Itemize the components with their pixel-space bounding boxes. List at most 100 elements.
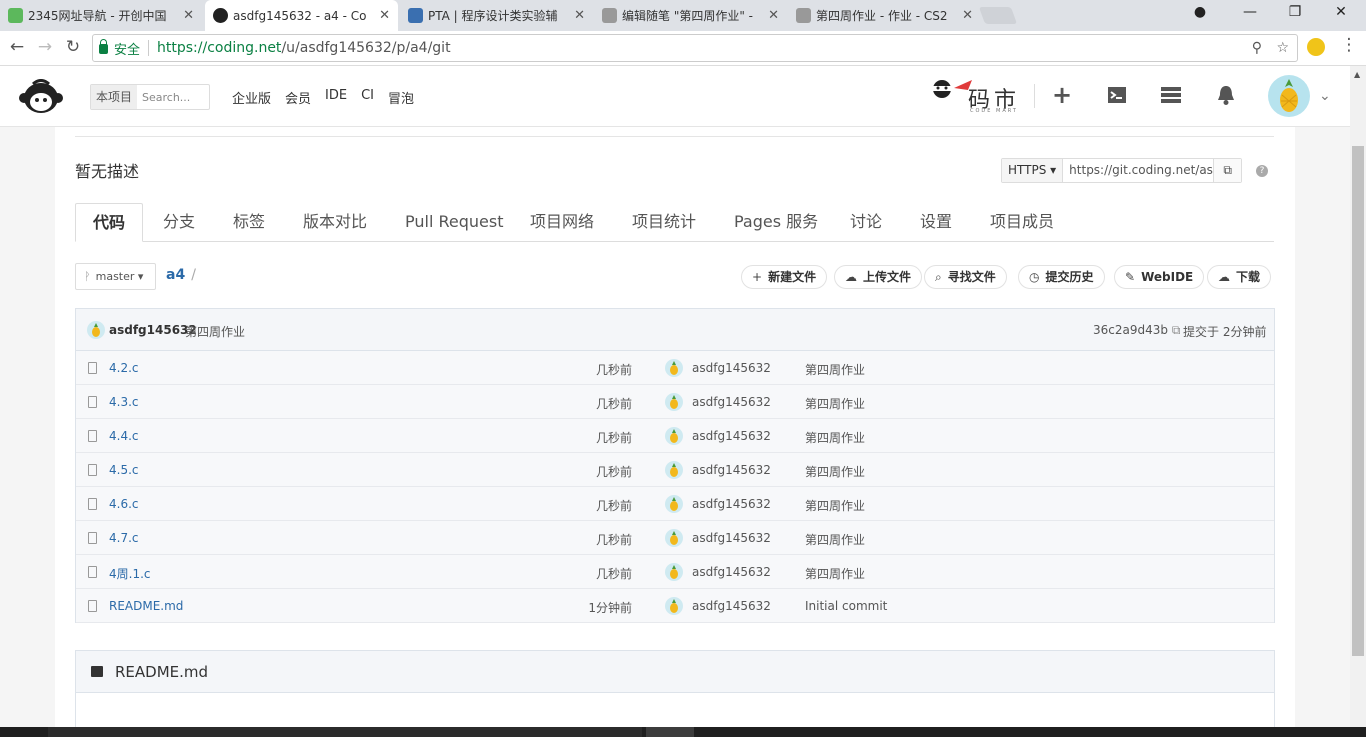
tab-pages[interactable]: Pages 服务 [734, 203, 818, 242]
browser-tab-edit-post[interactable]: 编辑随笔 "第四周作业" - ✕ [594, 0, 787, 31]
avatar[interactable] [665, 597, 683, 615]
browser-tab-homework[interactable]: 第四周作业 - 作业 - CS2 ✕ [788, 0, 981, 31]
table-row[interactable]: 4.6.c 几秒前 asdfg145632 第四周作业 [76, 487, 1274, 521]
profile-icon[interactable]: ● [1188, 4, 1212, 20]
close-icon[interactable]: ✕ [379, 8, 390, 23]
nav-membership[interactable]: 会员 [285, 88, 311, 107]
tab-settings[interactable]: 设置 [920, 203, 952, 242]
webide-button[interactable]: ✎ WebIDE [1114, 265, 1205, 289]
close-icon[interactable]: ✕ [768, 8, 779, 23]
table-row[interactable]: 4.2.c 几秒前 asdfg145632 第四周作业 [76, 351, 1274, 385]
tab-compare[interactable]: 版本对比 [303, 203, 367, 242]
extension-icon[interactable] [1307, 38, 1325, 56]
vertical-scrollbar[interactable]: ▲ [1350, 66, 1366, 727]
chevron-down-icon[interactable]: ⌄ [1319, 88, 1331, 104]
scroll-up-icon[interactable]: ▲ [1354, 70, 1360, 79]
url-text[interactable]: https://coding.net/u/asdfg145632/p/a4/gi… [157, 40, 451, 56]
commit-history-button[interactable]: ◷ 提交历史 [1018, 265, 1105, 289]
table-row[interactable]: 4.5.c 几秒前 asdfg145632 第四周作业 [76, 453, 1274, 487]
tab-network[interactable]: 项目网络 [530, 203, 594, 242]
download-button[interactable]: ☁ 下载 [1207, 265, 1272, 289]
close-icon[interactable]: ✕ [574, 8, 585, 23]
back-icon[interactable]: ← [6, 37, 28, 57]
file-commit-message[interactable]: 第四周作业 [805, 361, 865, 378]
tab-tags[interactable]: 标签 [233, 203, 265, 242]
avatar[interactable] [665, 461, 683, 479]
tab-members[interactable]: 项目成员 [990, 203, 1054, 242]
commit-message[interactable]: 第四周作业 [185, 323, 245, 340]
avatar[interactable] [665, 393, 683, 411]
file-name-link[interactable]: 4.3.c [109, 395, 139, 409]
clone-url-input[interactable]: https://git.coding.net/asdfg145632/a4.gi… [1063, 159, 1213, 182]
search-scope-label[interactable]: 本项目 [91, 85, 138, 109]
file-commit-message[interactable]: 第四周作业 [805, 565, 865, 582]
file-commit-author[interactable]: asdfg145632 [692, 497, 771, 511]
avatar[interactable] [87, 321, 105, 339]
table-row[interactable]: README.md 1分钟前 asdfg145632 Initial commit [76, 589, 1274, 623]
close-icon[interactable]: ✕ [962, 8, 973, 23]
file-name-link[interactable]: README.md [109, 599, 183, 613]
repo-name-link[interactable]: a4 [166, 267, 185, 283]
bookmark-star-icon[interactable]: ☆ [1276, 40, 1289, 56]
file-name-link[interactable]: 4.4.c [109, 429, 139, 443]
forward-icon[interactable]: → [34, 37, 56, 57]
copy-icon[interactable]: ⧉ [1172, 323, 1181, 337]
address-bar[interactable]: 安全 https://coding.net/u/asdfg145632/p/a4… [92, 34, 1298, 62]
search-box[interactable]: 本项目 Search... [90, 84, 210, 110]
secure-indicator[interactable]: 安全 [99, 39, 140, 58]
bell-icon[interactable] [1215, 84, 1237, 106]
file-commit-author[interactable]: asdfg145632 [692, 463, 771, 477]
taskbar-item[interactable] [48, 727, 642, 737]
tab-statistics[interactable]: 项目统计 [632, 203, 696, 242]
browser-tab-coding[interactable]: asdfg145632 - a4 - Co ✕ [205, 0, 398, 31]
file-commit-author[interactable]: asdfg145632 [692, 429, 771, 443]
file-commit-author[interactable]: asdfg145632 [692, 565, 771, 579]
coding-logo-icon[interactable] [18, 79, 64, 115]
browser-tab-2345[interactable]: 2345网址导航 - 开创中国 ✕ [0, 0, 202, 31]
close-icon[interactable]: ✕ [183, 8, 194, 23]
code-mart-logo[interactable]: 码市 CODE MART [928, 76, 1024, 116]
nav-enterprise[interactable]: 企业版 [232, 88, 271, 107]
scrollbar-thumb[interactable] [1352, 146, 1364, 656]
find-file-button[interactable]: ⌕ 寻找文件 [924, 265, 1007, 289]
file-name-link[interactable]: 4.7.c [109, 531, 139, 545]
user-avatar[interactable] [1268, 75, 1310, 117]
file-name-link[interactable]: 4周.1.c [109, 565, 151, 582]
file-commit-message[interactable]: 第四周作业 [805, 463, 865, 480]
nav-ci[interactable]: CI [361, 88, 374, 107]
file-commit-message[interactable]: Initial commit [805, 599, 887, 613]
file-commit-author[interactable]: asdfg145632 [692, 599, 771, 613]
file-name-link[interactable]: 4.2.c [109, 361, 139, 375]
file-commit-author[interactable]: asdfg145632 [692, 531, 771, 545]
help-icon[interactable]: ? [1256, 165, 1268, 177]
file-name-link[interactable]: 4.6.c [109, 497, 139, 511]
search-input[interactable]: Search... [137, 91, 190, 104]
reload-icon[interactable]: ↻ [62, 37, 84, 57]
nav-ide[interactable]: IDE [325, 88, 347, 107]
upload-file-button[interactable]: ☁ 上传文件 [834, 265, 923, 289]
tab-pull-request[interactable]: Pull Request [405, 203, 503, 242]
new-file-button[interactable]: + 新建文件 [741, 265, 828, 289]
file-commit-message[interactable]: 第四周作业 [805, 395, 865, 412]
maximize-icon[interactable]: ❐ [1283, 4, 1307, 20]
avatar[interactable] [665, 529, 683, 547]
file-commit-message[interactable]: 第四周作业 [805, 531, 865, 548]
commit-author[interactable]: asdfg145632 [109, 323, 197, 337]
new-tab-button[interactable] [978, 7, 1018, 24]
avatar[interactable] [665, 495, 683, 513]
key-icon[interactable]: ⚲ [1252, 40, 1262, 56]
nav-bubble[interactable]: 冒泡 [388, 88, 414, 107]
window-close-icon[interactable]: ✕ [1329, 4, 1353, 20]
branch-select[interactable]: ᚹ master ▾ [75, 263, 156, 290]
clone-protocol-select[interactable]: HTTPS ▾ [1002, 159, 1064, 182]
file-commit-author[interactable]: asdfg145632 [692, 361, 771, 375]
table-row[interactable]: 4周.1.c 几秒前 asdfg145632 第四周作业 [76, 555, 1274, 589]
taskbar-item[interactable] [646, 727, 694, 737]
file-commit-author[interactable]: asdfg145632 [692, 395, 771, 409]
avatar[interactable] [665, 427, 683, 445]
browser-tab-pta[interactable]: PTA | 程序设计类实验辅 ✕ [400, 0, 593, 31]
file-name-link[interactable]: 4.5.c [109, 463, 139, 477]
menu-icon[interactable]: ⋮ [1338, 35, 1360, 55]
copy-icon[interactable]: ⧉ [1213, 159, 1242, 182]
file-commit-message[interactable]: 第四周作业 [805, 429, 865, 446]
